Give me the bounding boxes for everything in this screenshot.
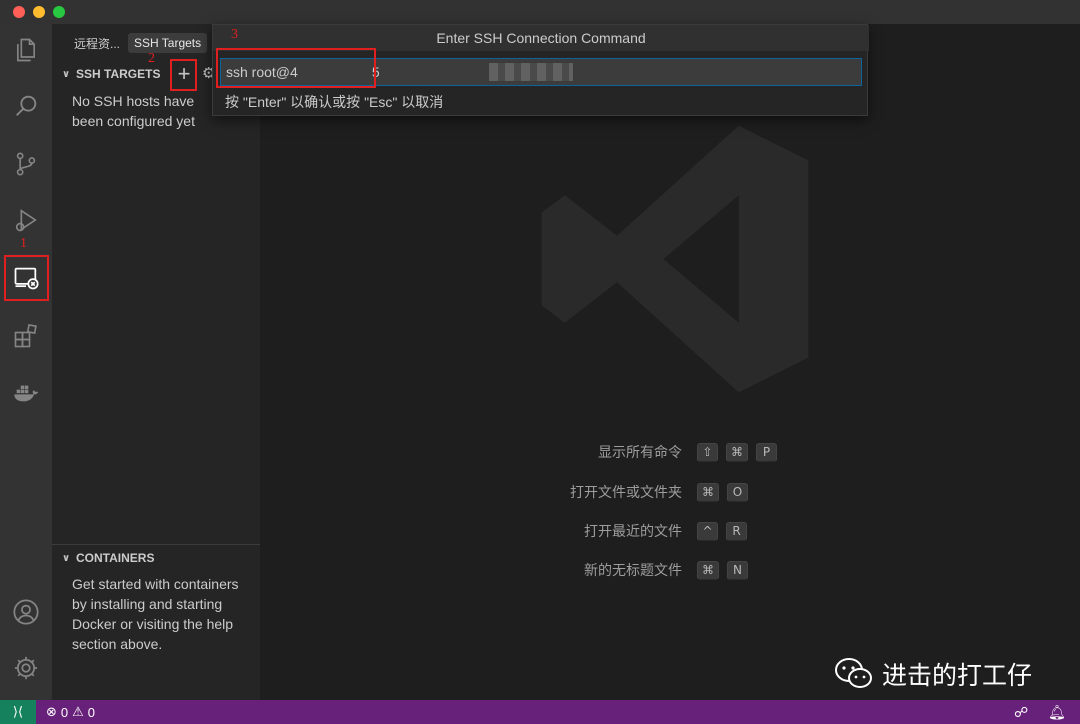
- account-icon: [13, 599, 39, 625]
- activity-manage[interactable]: [0, 644, 52, 692]
- key-cap: R: [726, 521, 747, 541]
- containers-section-header[interactable]: ∨ CONTAINERS: [52, 546, 260, 570]
- wechat-watermark: 进击的打工仔: [834, 656, 1032, 692]
- docker-icon: [14, 385, 39, 402]
- wechat-account-name: 进击的打工仔: [882, 661, 1033, 690]
- activity-source-control[interactable]: [0, 140, 52, 188]
- remote-indicator-button[interactable]: ⟩⟨: [0, 700, 36, 724]
- key-cap: O: [727, 482, 748, 502]
- shortcut-label: 显示所有命令: [598, 444, 682, 460]
- annotation-number-2: 2: [148, 51, 155, 66]
- error-count: 0: [60, 704, 69, 720]
- error-icon: ⊗: [46, 704, 57, 719]
- source-control-icon: [16, 152, 36, 176]
- containers-title: CONTAINERS: [76, 551, 155, 565]
- activity-search[interactable]: [0, 82, 52, 130]
- zoom-window-button[interactable]: [53, 6, 65, 18]
- wechat-icon: [835, 658, 872, 688]
- activity-bar: [0, 24, 52, 700]
- sidebar-view-title: 远程资...: [74, 37, 121, 51]
- sidebar-remote-explorer: 远程资... SSH Targets ∨ SSH TARGETS + ⚙ No …: [52, 24, 260, 700]
- key-cap: ⌘: [726, 442, 748, 462]
- shortcut-keys: ^ R: [697, 521, 747, 541]
- key-cap: ^: [697, 521, 718, 541]
- annotation-box-2: [170, 59, 197, 91]
- chevron-down-icon: ∨: [61, 68, 71, 80]
- vscode-window: 远程资... SSH Targets ∨ SSH TARGETS + ⚙ No …: [0, 0, 1080, 724]
- annotation-number-3: 3: [231, 27, 238, 42]
- activity-explorer[interactable]: [0, 26, 52, 74]
- annotation-box-1: [4, 255, 49, 301]
- minimize-window-button[interactable]: [33, 6, 45, 18]
- remote-indicator-icon: ⟩⟨: [12, 704, 24, 719]
- shortcut-label: 打开文件或文件夹: [570, 484, 682, 500]
- feedback-icon: ☍: [1014, 703, 1029, 720]
- shortcut-keys: ⇧ ⌘ P: [697, 442, 777, 462]
- shortcut-row[interactable]: 打开文件或文件夹 ⌘ O: [260, 481, 1080, 503]
- activity-docker[interactable]: [0, 368, 52, 416]
- key-cap: ⌘: [697, 560, 719, 580]
- shortcut-label: 新的无标题文件: [584, 562, 682, 578]
- remote-target-dropdown[interactable]: SSH Targets: [128, 33, 208, 53]
- annotation-number-1: 1: [20, 236, 27, 251]
- shortcut-keys: ⌘ N: [697, 560, 748, 580]
- notifications-button[interactable]: 🔔︎: [1048, 700, 1066, 724]
- activity-accounts[interactable]: [0, 588, 52, 636]
- annotation-box-3: [216, 48, 376, 88]
- shortcut-row[interactable]: 新的无标题文件 ⌘ N: [260, 559, 1080, 581]
- key-cap: ⌘: [697, 482, 719, 502]
- editor-area: 显示所有命令 ⇧ ⌘ P 打开文件或文件夹 ⌘ O 打开最近的文件 ^ R 新的…: [260, 24, 1080, 700]
- shortcut-label: 打开最近的文件: [584, 523, 682, 539]
- warning-count: 0: [87, 704, 96, 720]
- files-icon: [17, 38, 35, 62]
- section-divider: [52, 544, 260, 545]
- ssh-empty-message: No SSH hosts have been configured yet: [72, 93, 195, 129]
- warning-icon: ⚠: [72, 704, 84, 719]
- key-cap: P: [756, 442, 777, 462]
- key-cap: N: [727, 560, 748, 580]
- activity-extensions[interactable]: [0, 312, 52, 360]
- shortcut-keys: ⌘ O: [697, 482, 748, 502]
- status-bar: ⟩⟨ ⊗ 0 ⚠ 0 ☍ 🔔︎: [0, 700, 1080, 724]
- key-cap: ⇧: [697, 442, 718, 462]
- chevron-down-icon: ∨: [61, 552, 71, 564]
- gear-icon: [14, 656, 38, 680]
- extensions-icon: [14, 323, 37, 348]
- title-bar: [0, 0, 1080, 24]
- redaction-mask: [489, 63, 573, 81]
- search-icon: [16, 95, 37, 116]
- vscode-logo-watermark-icon: [541, 125, 809, 393]
- containers-message: Get started with containers by installin…: [72, 576, 239, 652]
- quick-input-hint: 按 "Enter" 以确认或按 "Esc" 以取消: [225, 94, 444, 110]
- problems-indicator[interactable]: ⊗ 0 ⚠ 0: [46, 700, 95, 724]
- shortcut-row[interactable]: 显示所有命令 ⇧ ⌘ P: [260, 441, 1080, 463]
- ssh-targets-title: SSH TARGETS: [76, 67, 161, 81]
- close-window-button[interactable]: [13, 6, 25, 18]
- shortcut-row[interactable]: 打开最近的文件 ^ R: [260, 520, 1080, 542]
- feedback-button[interactable]: ☍: [1014, 700, 1028, 724]
- run-debug-icon: [15, 209, 37, 232]
- bell-icon: 🔔︎: [1048, 703, 1066, 720]
